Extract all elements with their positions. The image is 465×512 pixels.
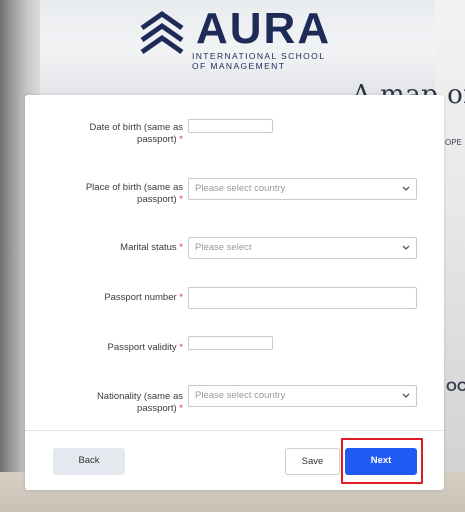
form-card: Date of birth (same as passport) * Place…: [25, 95, 444, 490]
logo-chevron-icon: [140, 10, 184, 55]
field-label: Place of birth (same as passport) *: [65, 182, 183, 206]
label-text: Marital status: [120, 242, 177, 253]
save-button[interactable]: Save: [285, 448, 340, 475]
passport-validity-input[interactable]: [188, 336, 273, 350]
brand-subtitle: INTERNATIONAL SCHOOL OF MANAGEMENT: [192, 51, 325, 71]
brand-subtitle-line: OF MANAGEMENT: [192, 61, 286, 71]
label-text: Passport number: [104, 292, 177, 303]
date-of-birth-input[interactable]: [188, 119, 273, 133]
label-text: Date of birth (same as: [89, 122, 183, 133]
brand-subtitle-line: INTERNATIONAL SCHOOL: [192, 51, 326, 61]
label-text: passport): [137, 403, 177, 414]
back-button[interactable]: Back: [53, 448, 125, 475]
place-of-birth-select[interactable]: Please select country: [188, 178, 417, 200]
passport-number-input[interactable]: [188, 287, 417, 309]
field-label: Nationality (same as passport) *: [65, 391, 183, 415]
field-label: Marital status *: [65, 242, 183, 254]
label-text: passport): [137, 194, 177, 205]
brand-name: AURA: [196, 4, 332, 53]
chevron-down-icon: [402, 245, 410, 250]
required-asterisk: *: [179, 194, 183, 205]
label-text: passport): [137, 134, 177, 145]
required-asterisk: *: [179, 242, 183, 253]
select-placeholder: Please select country: [195, 183, 286, 194]
next-button-highlight: [341, 438, 423, 484]
footer-divider: [25, 430, 444, 431]
chevron-down-icon: [402, 186, 410, 191]
label-text: Place of birth (same as: [85, 182, 183, 193]
required-asterisk: *: [179, 292, 183, 303]
required-asterisk: *: [179, 403, 183, 414]
field-label: Date of birth (same as passport) *: [65, 122, 183, 146]
wall-map-label: OPE: [445, 138, 462, 147]
select-placeholder: Please select: [195, 242, 252, 253]
label-text: Nationality (same as: [96, 391, 183, 402]
brand-logo: AURA INTERNATIONAL SCHOOL OF MANAGEMENT: [138, 6, 338, 72]
field-label: Passport number *: [65, 292, 183, 304]
select-placeholder: Please select country: [195, 390, 286, 401]
field-label: Passport validity *: [65, 342, 183, 354]
nationality-select[interactable]: Please select country: [188, 385, 417, 407]
chevron-down-icon: [402, 393, 410, 398]
wall-map-label: OCEA: [446, 378, 465, 394]
required-asterisk: *: [179, 342, 183, 353]
label-text: Passport validity: [107, 342, 177, 353]
marital-status-select[interactable]: Please select: [188, 237, 417, 259]
required-asterisk: *: [179, 134, 183, 145]
